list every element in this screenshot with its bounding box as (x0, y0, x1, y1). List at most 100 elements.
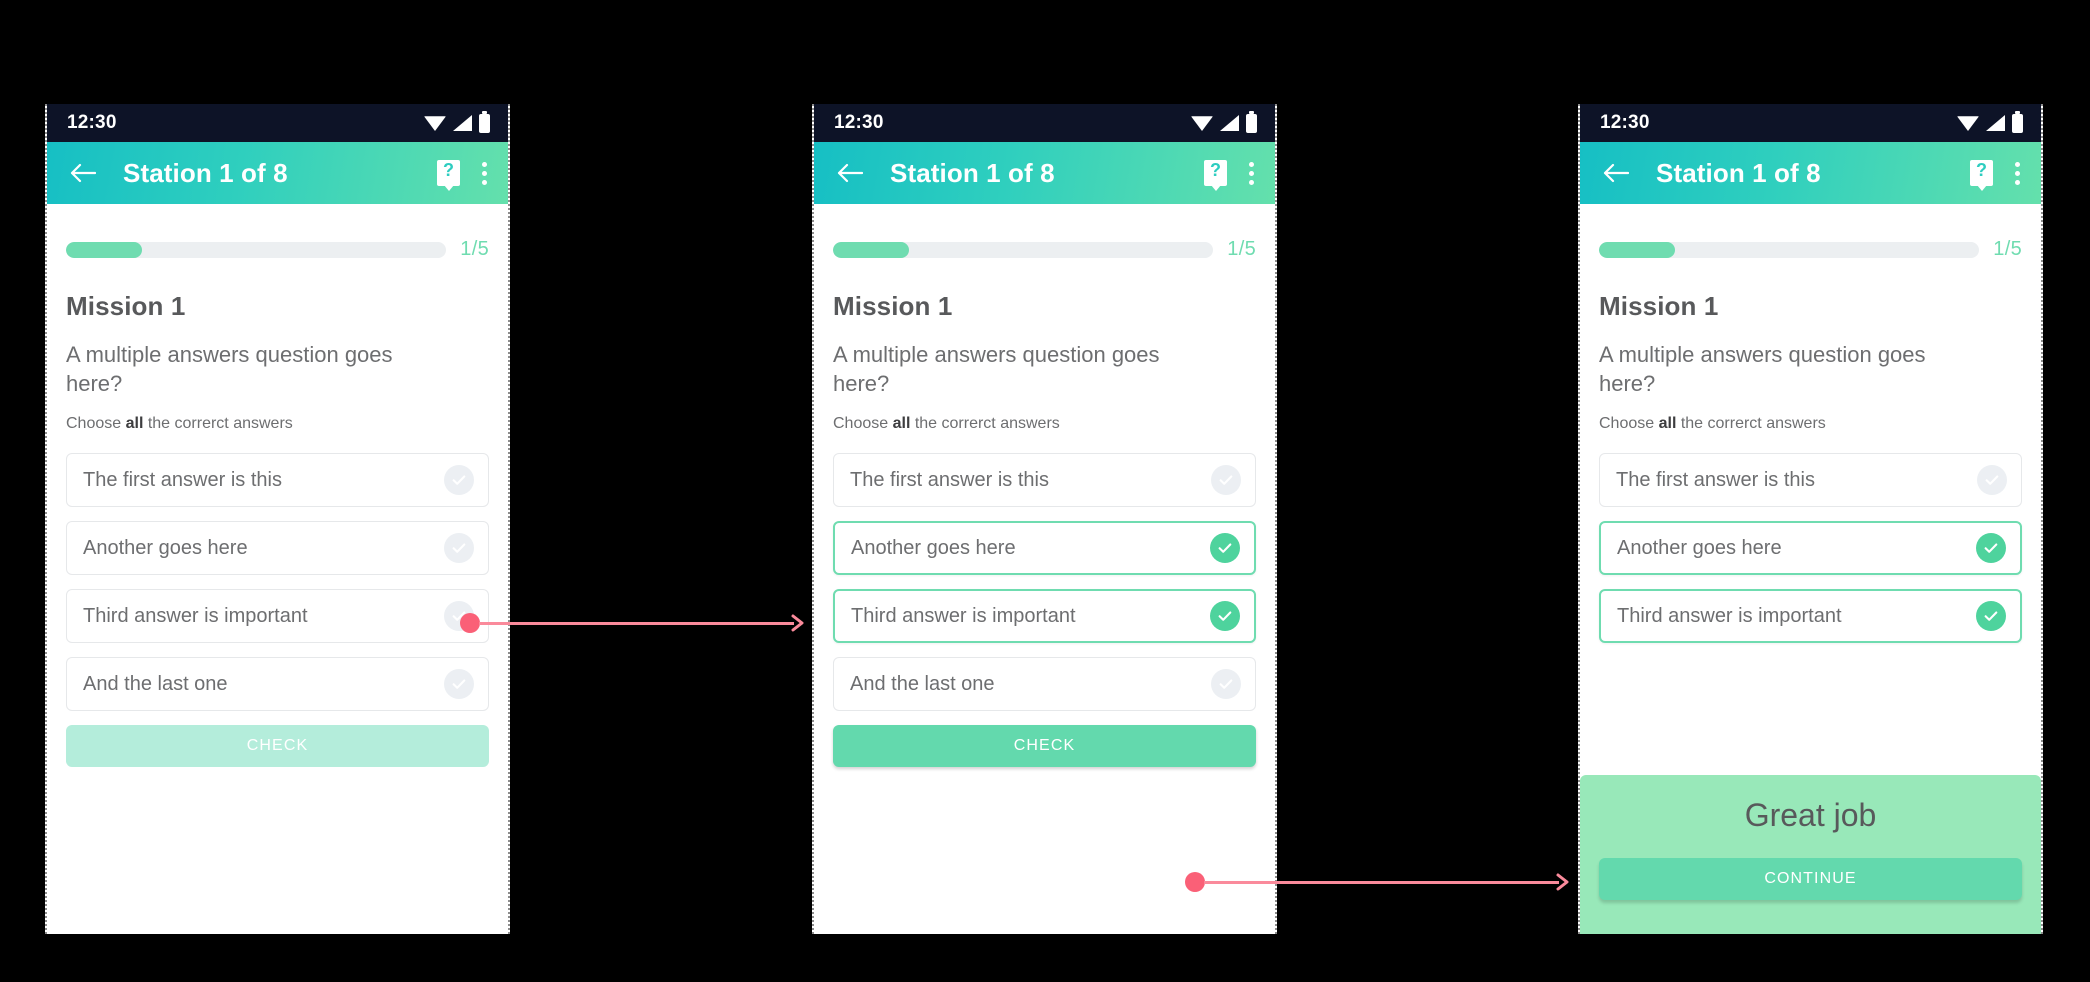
status-icon-group (1191, 110, 1257, 133)
annotation-arrow-icon (1556, 873, 1570, 891)
answer-option[interactable]: The first answer is this (833, 453, 1256, 508)
progress-row: 1/5 (833, 204, 1256, 261)
answer-option[interactable]: The first answer is this (66, 453, 489, 508)
progress-row: 1/5 (1599, 204, 2022, 261)
answer-option[interactable]: The first answer is this (1599, 453, 2022, 508)
signal-icon (1220, 115, 1239, 131)
answer-options-list: The first answer is this Another goes her… (1599, 453, 2022, 644)
help-icon[interactable]: ? (1970, 160, 1993, 186)
answer-option-label: The first answer is this (850, 468, 1049, 491)
screen-content: 1/5 Mission 1 A multiple answers questio… (47, 204, 508, 934)
page-title: Station 1 of 8 (1656, 157, 1821, 188)
answer-options-list: The first answer is this Another goes her… (66, 453, 489, 712)
back-arrow-icon[interactable] (63, 153, 103, 193)
hint-suffix: the correrct answers (1676, 415, 1826, 433)
check-circle-icon[interactable] (444, 533, 474, 564)
answer-option-label: And the last one (850, 672, 995, 695)
answer-option[interactable]: Another goes here (66, 521, 489, 576)
status-icon-group (424, 110, 490, 133)
answer-option[interactable]: Third answer is important (833, 589, 1256, 644)
progress-label: 1/5 (460, 238, 489, 260)
check-circle-icon[interactable] (444, 601, 474, 632)
answer-option-label: Another goes here (83, 536, 248, 559)
answer-option-label: Third answer is important (851, 604, 1076, 627)
help-icon[interactable]: ? (1204, 160, 1227, 186)
phone-screen-success: 12:30 Station 1 of 8 ? 1/5 Mission 1 A m… (1578, 104, 2043, 934)
check-circle-selected-icon[interactable] (1976, 533, 2006, 564)
hint-text: Choose all the correrct answers (66, 415, 489, 433)
screen-content: 1/5 Mission 1 A multiple answers questio… (1580, 204, 2041, 934)
answer-option[interactable]: And the last one (66, 657, 489, 712)
continue-button[interactable]: CONTINUE (1599, 858, 2022, 900)
check-circle-icon[interactable] (1211, 669, 1241, 700)
progress-row: 1/5 (66, 204, 489, 261)
hint-emphasis: all (1658, 415, 1677, 433)
hint-prefix: Choose (66, 415, 126, 433)
battery-icon (2012, 110, 2023, 133)
overflow-menu-icon[interactable] (2007, 160, 2027, 186)
back-arrow-icon[interactable] (1596, 153, 1636, 193)
battery-icon (1246, 110, 1257, 133)
success-title: Great job (1744, 797, 1877, 833)
check-circle-selected-icon[interactable] (1210, 533, 1240, 564)
status-time: 12:30 (834, 112, 884, 133)
signal-icon (453, 115, 472, 131)
annotation-connector-tap-option (460, 613, 805, 633)
phone-screen-selected: 12:30 Station 1 of 8 ? 1/5 Mission 1 A m… (812, 104, 1277, 934)
check-circle-icon[interactable] (444, 465, 474, 496)
progress-fill (1599, 241, 1676, 258)
check-circle-icon[interactable] (1977, 465, 2007, 496)
hint-emphasis: all (892, 415, 911, 433)
status-time: 12:30 (1600, 112, 1650, 133)
hint-text: Choose all the correrct answers (833, 415, 1256, 433)
answer-option[interactable]: Third answer is important (1599, 589, 2022, 644)
answer-option[interactable]: Another goes here (833, 521, 1256, 576)
answer-option-label: And the last one (83, 672, 228, 695)
wifi-icon (424, 116, 446, 131)
progress-track (833, 241, 1214, 258)
check-circle-icon[interactable] (1211, 465, 1241, 496)
answer-option[interactable]: Third answer is important (66, 589, 489, 644)
hint-emphasis: all (125, 415, 144, 433)
answer-option[interactable]: Another goes here (1599, 521, 2022, 576)
progress-label: 1/5 (1227, 238, 1256, 260)
check-button[interactable]: CHECK (833, 725, 1256, 768)
answer-option-label: Another goes here (1617, 536, 1782, 559)
phone-screen-initial: 12:30 Station 1 of 8 ? 1/5 Mission 1 A m… (45, 104, 510, 934)
check-circle-selected-icon[interactable] (1976, 601, 2006, 632)
mission-title: Mission 1 (1599, 291, 1719, 321)
answer-option-label: Third answer is important (1617, 604, 1842, 627)
progress-fill (66, 241, 143, 258)
answer-option-label: Third answer is important (83, 604, 308, 627)
annotation-line (479, 621, 794, 625)
answer-option-label: The first answer is this (1616, 468, 1815, 491)
status-time: 12:30 (67, 112, 117, 133)
check-circle-selected-icon[interactable] (1210, 601, 1240, 632)
hint-prefix: Choose (833, 415, 893, 433)
progress-fill (833, 241, 910, 258)
page-title: Station 1 of 8 (123, 157, 288, 188)
status-bar: 12:30 (47, 104, 508, 142)
signal-icon (1986, 115, 2005, 131)
overflow-menu-icon[interactable] (1241, 160, 1261, 186)
app-bar-actions: ? (1204, 160, 1261, 186)
progress-label: 1/5 (1993, 238, 2022, 260)
answer-option[interactable]: And the last one (833, 657, 1256, 712)
app-bar: Station 1 of 8 ? (47, 142, 508, 204)
question-text: A multiple answers question goes here? (1599, 342, 1926, 397)
answer-option-label: Another goes here (851, 536, 1016, 559)
back-arrow-icon[interactable] (830, 153, 870, 193)
check-button[interactable]: CHECK (66, 725, 489, 768)
status-bar: 12:30 (1580, 104, 2041, 142)
hint-text: Choose all the correrct answers (1599, 415, 2022, 433)
overflow-menu-icon[interactable] (474, 160, 494, 186)
mission-title: Mission 1 (66, 291, 186, 321)
progress-track (66, 241, 447, 258)
success-panel: Great job CONTINUE (1580, 775, 2041, 934)
app-bar: Station 1 of 8 ? (814, 142, 1275, 204)
flow-diagram-canvas: 12:30 Station 1 of 8 ? 1/5 Mission 1 A m… (0, 0, 2090, 982)
check-circle-icon[interactable] (444, 669, 474, 700)
help-icon[interactable]: ? (437, 160, 460, 186)
progress-track (1599, 241, 1980, 258)
app-bar-actions: ? (437, 160, 494, 186)
